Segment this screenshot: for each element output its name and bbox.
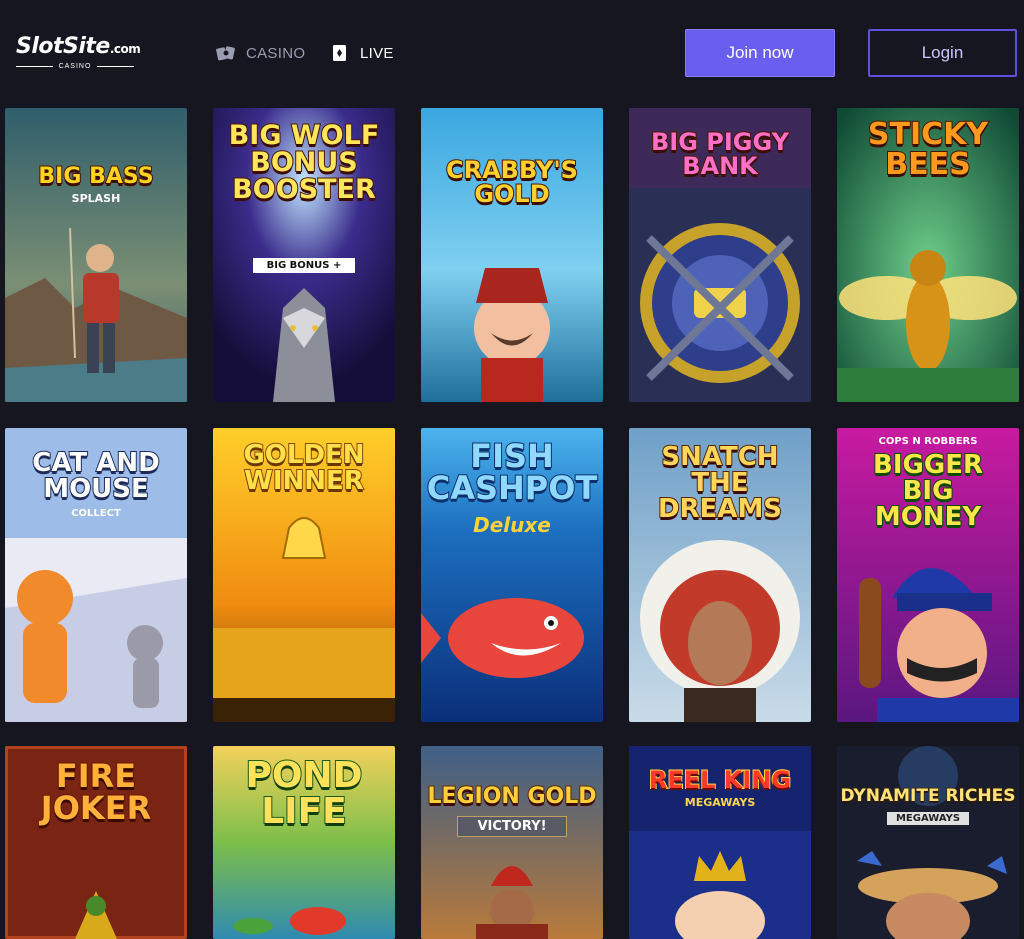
login-button[interactable]: Login [868, 29, 1017, 77]
game-tile-snatch-the-dreams[interactable]: SNATCH THE DREAMS [629, 428, 811, 722]
game-title: LEGION GOLD [426, 784, 597, 809]
game-tile-big-bass-splash[interactable]: BIG BASS SPLASH [5, 108, 187, 402]
game-tile-reel-king-megaways[interactable]: REEL KING MEGAWAYS [629, 746, 811, 939]
logo-divider [97, 65, 134, 67]
game-title: BIG WOLF BONUS BOOSTER [228, 120, 381, 205]
legion-gold-artwork [421, 746, 603, 939]
game-title: CRABBY'S GOLD [445, 156, 579, 208]
game-subtitle: Deluxe [473, 513, 551, 537]
slotsite-logo[interactable]: SlotSite.com CASINO [16, 34, 141, 70]
cards-icon [216, 44, 236, 62]
nav-live[interactable]: LIVE [330, 44, 394, 62]
game-tile-bigger-big-money[interactable]: COPS N ROBBERS BIGGER BIG MONEY [837, 428, 1019, 722]
game-subtitle: BIG BONUS + [253, 258, 355, 273]
game-tile-golden-winner[interactable]: GOLDEN WINNER [213, 428, 395, 722]
game-tile-fish-cashpot-deluxe[interactable]: FISH CASHPOT Deluxe [421, 428, 603, 722]
game-tile-cat-and-mouse[interactable]: CAT AND MOUSE COLLECT [5, 428, 187, 722]
game-title: POND LIFE [245, 755, 364, 832]
game-tile-big-wolf-bonus-booster[interactable]: BIG WOLF BONUS BOOSTER BIG BONUS + [213, 108, 395, 402]
playing-card-icon [330, 44, 350, 62]
game-subtitle: COPS N ROBBERS [878, 436, 978, 447]
game-tile-dynamite-riches-megaways[interactable]: DYNAMITE RICHES MEGAWAYS [837, 746, 1019, 939]
game-title: FIRE JOKER [40, 757, 152, 827]
game-tile-legion-gold[interactable]: LEGION GOLD VICTORY! [421, 746, 603, 939]
join-now-button[interactable]: Join now [685, 29, 835, 77]
game-title: BIGGER BIG MONEY [872, 450, 984, 532]
game-tile-crabbys-gold[interactable]: CRABBY'S GOLD [421, 108, 603, 402]
logo-divider [16, 65, 53, 67]
game-tile-pond-life[interactable]: POND LIFE [213, 746, 395, 939]
game-tile-big-piggy-bank[interactable]: BIG PIGGY BANK [629, 108, 811, 402]
game-tile-fire-joker[interactable]: FIRE JOKER [5, 746, 187, 939]
game-subtitle: COLLECT [71, 508, 121, 519]
game-title: REEL KING [648, 766, 792, 794]
game-subtitle: MEGAWAYS [887, 812, 969, 825]
game-title: BIG BASS [37, 164, 154, 189]
crabbys-gold-artwork [421, 108, 603, 402]
site-header: SlotSite.com CASINO CASINO LIVE Join now… [0, 0, 1024, 100]
brand-tagline: CASINO [58, 62, 92, 70]
game-subtitle: VICTORY! [457, 816, 567, 837]
game-title: DYNAMITE RICHES [840, 786, 1016, 806]
dynamite-riches-artwork [837, 746, 1019, 939]
game-title: SNATCH THE DREAMS [657, 442, 783, 524]
nav-live-label: LIVE [360, 44, 394, 62]
brand-name: SlotSite [16, 34, 110, 59]
game-title: STICKY BEES [867, 117, 989, 182]
game-tile-sticky-bees[interactable]: STICKY BEES [837, 108, 1019, 402]
game-subtitle: SPLASH [71, 192, 121, 205]
game-title: CAT AND MOUSE [31, 448, 160, 504]
big-bass-artwork [5, 108, 187, 402]
game-subtitle: MEGAWAYS [684, 796, 756, 809]
game-title: GOLDEN WINNER [242, 440, 365, 496]
nav-casino[interactable]: CASINO [216, 44, 305, 62]
game-title: BIG PIGGY BANK [650, 128, 790, 180]
brand-domain: .com [109, 42, 141, 56]
nav-casino-label: CASINO [246, 44, 306, 62]
game-title: FISH CASHPOT [426, 437, 599, 507]
